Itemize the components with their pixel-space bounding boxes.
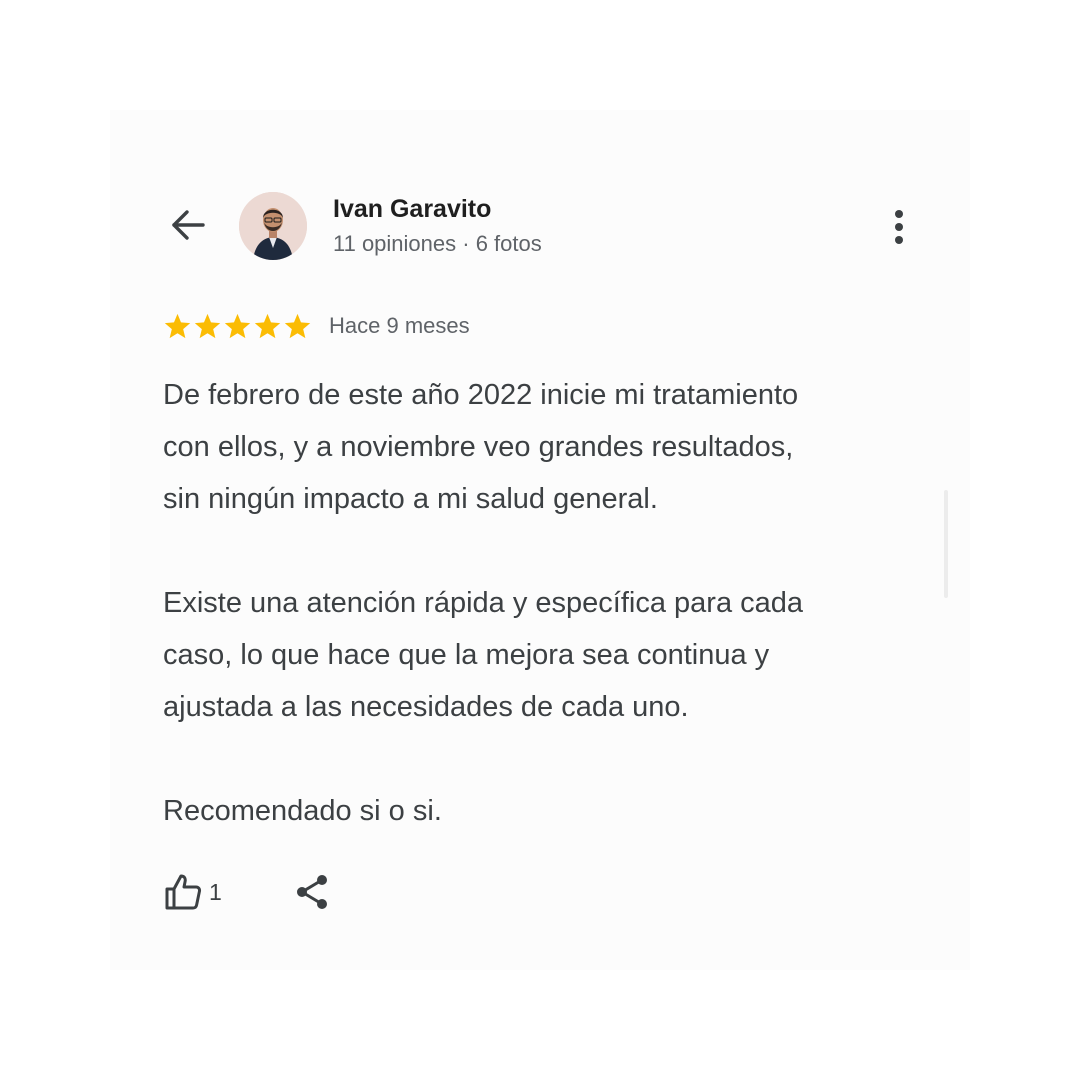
reviewer-meta: 11 opiniones · 6 fotos: [333, 231, 542, 256]
star-icon: [194, 313, 221, 338]
star-icon: [224, 313, 251, 338]
review-line: ajustada a las necesidades de cada uno.: [163, 691, 689, 723]
scrollbar[interactable]: [944, 490, 948, 598]
review-line: Recomendado si o si.: [163, 795, 442, 827]
like-count: 1: [209, 878, 222, 905]
share-button[interactable]: [292, 872, 332, 912]
review-paragraph: De febrero de este año 2022 inicie mi tr…: [163, 369, 933, 525]
star-rating: [163, 312, 313, 341]
review-paragraph: Recomendado si o si.: [163, 785, 933, 837]
star-icon: [284, 313, 311, 338]
star-icon: [164, 313, 191, 338]
review-paragraph: Existe una atención rápida y específica …: [163, 577, 933, 733]
rating-row: Hace 9 meses: [163, 310, 470, 342]
review-line: con ellos, y a noviembre veo grandes res…: [163, 431, 794, 463]
review-line: caso, lo que hace que la mejora sea cont…: [163, 639, 770, 671]
thumb-up-icon: [165, 874, 202, 910]
reviewer-name[interactable]: Ivan Garavito: [333, 195, 491, 224]
review-card: Ivan Garavito 11 opiniones · 6 fotos Hac…: [110, 110, 970, 970]
review-line: Existe una atención rápida y específica …: [163, 587, 804, 619]
review-line: sin ningún impacto a mi salud general.: [163, 483, 658, 515]
star-icon: [254, 313, 281, 338]
reviewer-photo: [239, 192, 307, 260]
share-icon: [296, 875, 327, 909]
review-header: Ivan Garavito 11 opiniones · 6 fotos: [168, 192, 912, 262]
more-vert-icon: [895, 210, 903, 244]
avatar[interactable]: [239, 192, 307, 260]
review-date: Hace 9 meses: [329, 313, 470, 338]
review-actions: 1: [163, 870, 332, 914]
like-button[interactable]: 1: [163, 872, 222, 912]
review-line: De febrero de este año 2022 inicie mi tr…: [163, 379, 799, 411]
review-text: De febrero de este año 2022 inicie mi tr…: [163, 369, 933, 837]
more-options-button[interactable]: [886, 207, 912, 247]
arrow-back-icon: [172, 210, 205, 240]
back-button[interactable]: [168, 205, 208, 245]
